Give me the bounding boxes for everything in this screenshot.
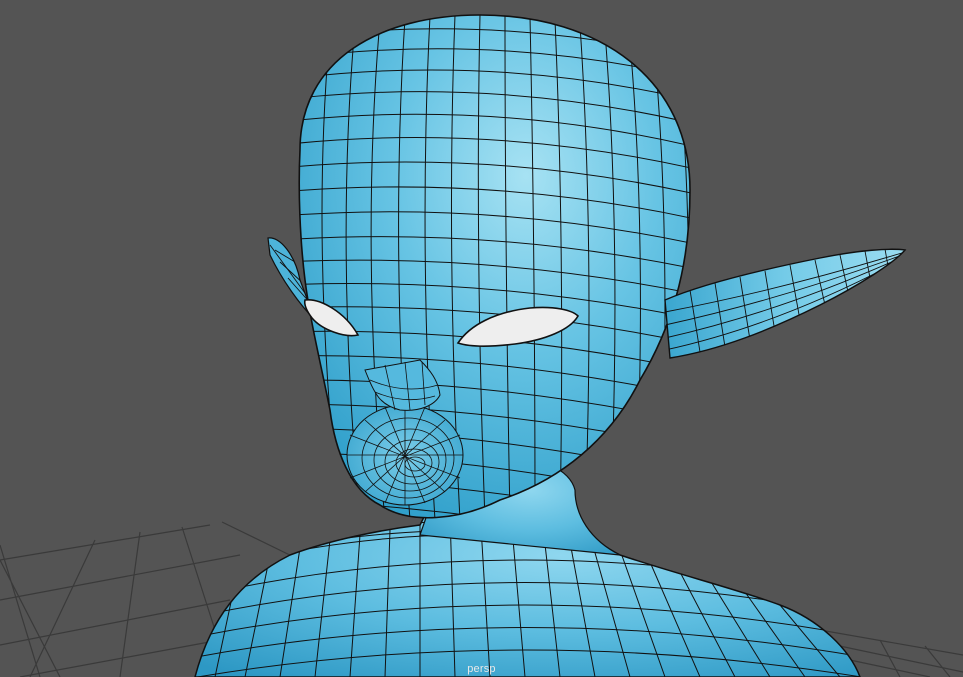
scene-canvas[interactable] (0, 0, 963, 677)
mesh-ear-right[interactable] (664, 248, 907, 359)
mesh-mouth-region[interactable] (346, 404, 464, 506)
maya-perspective-viewport[interactable]: persp (0, 0, 963, 677)
mesh-head[interactable] (280, 14, 700, 556)
